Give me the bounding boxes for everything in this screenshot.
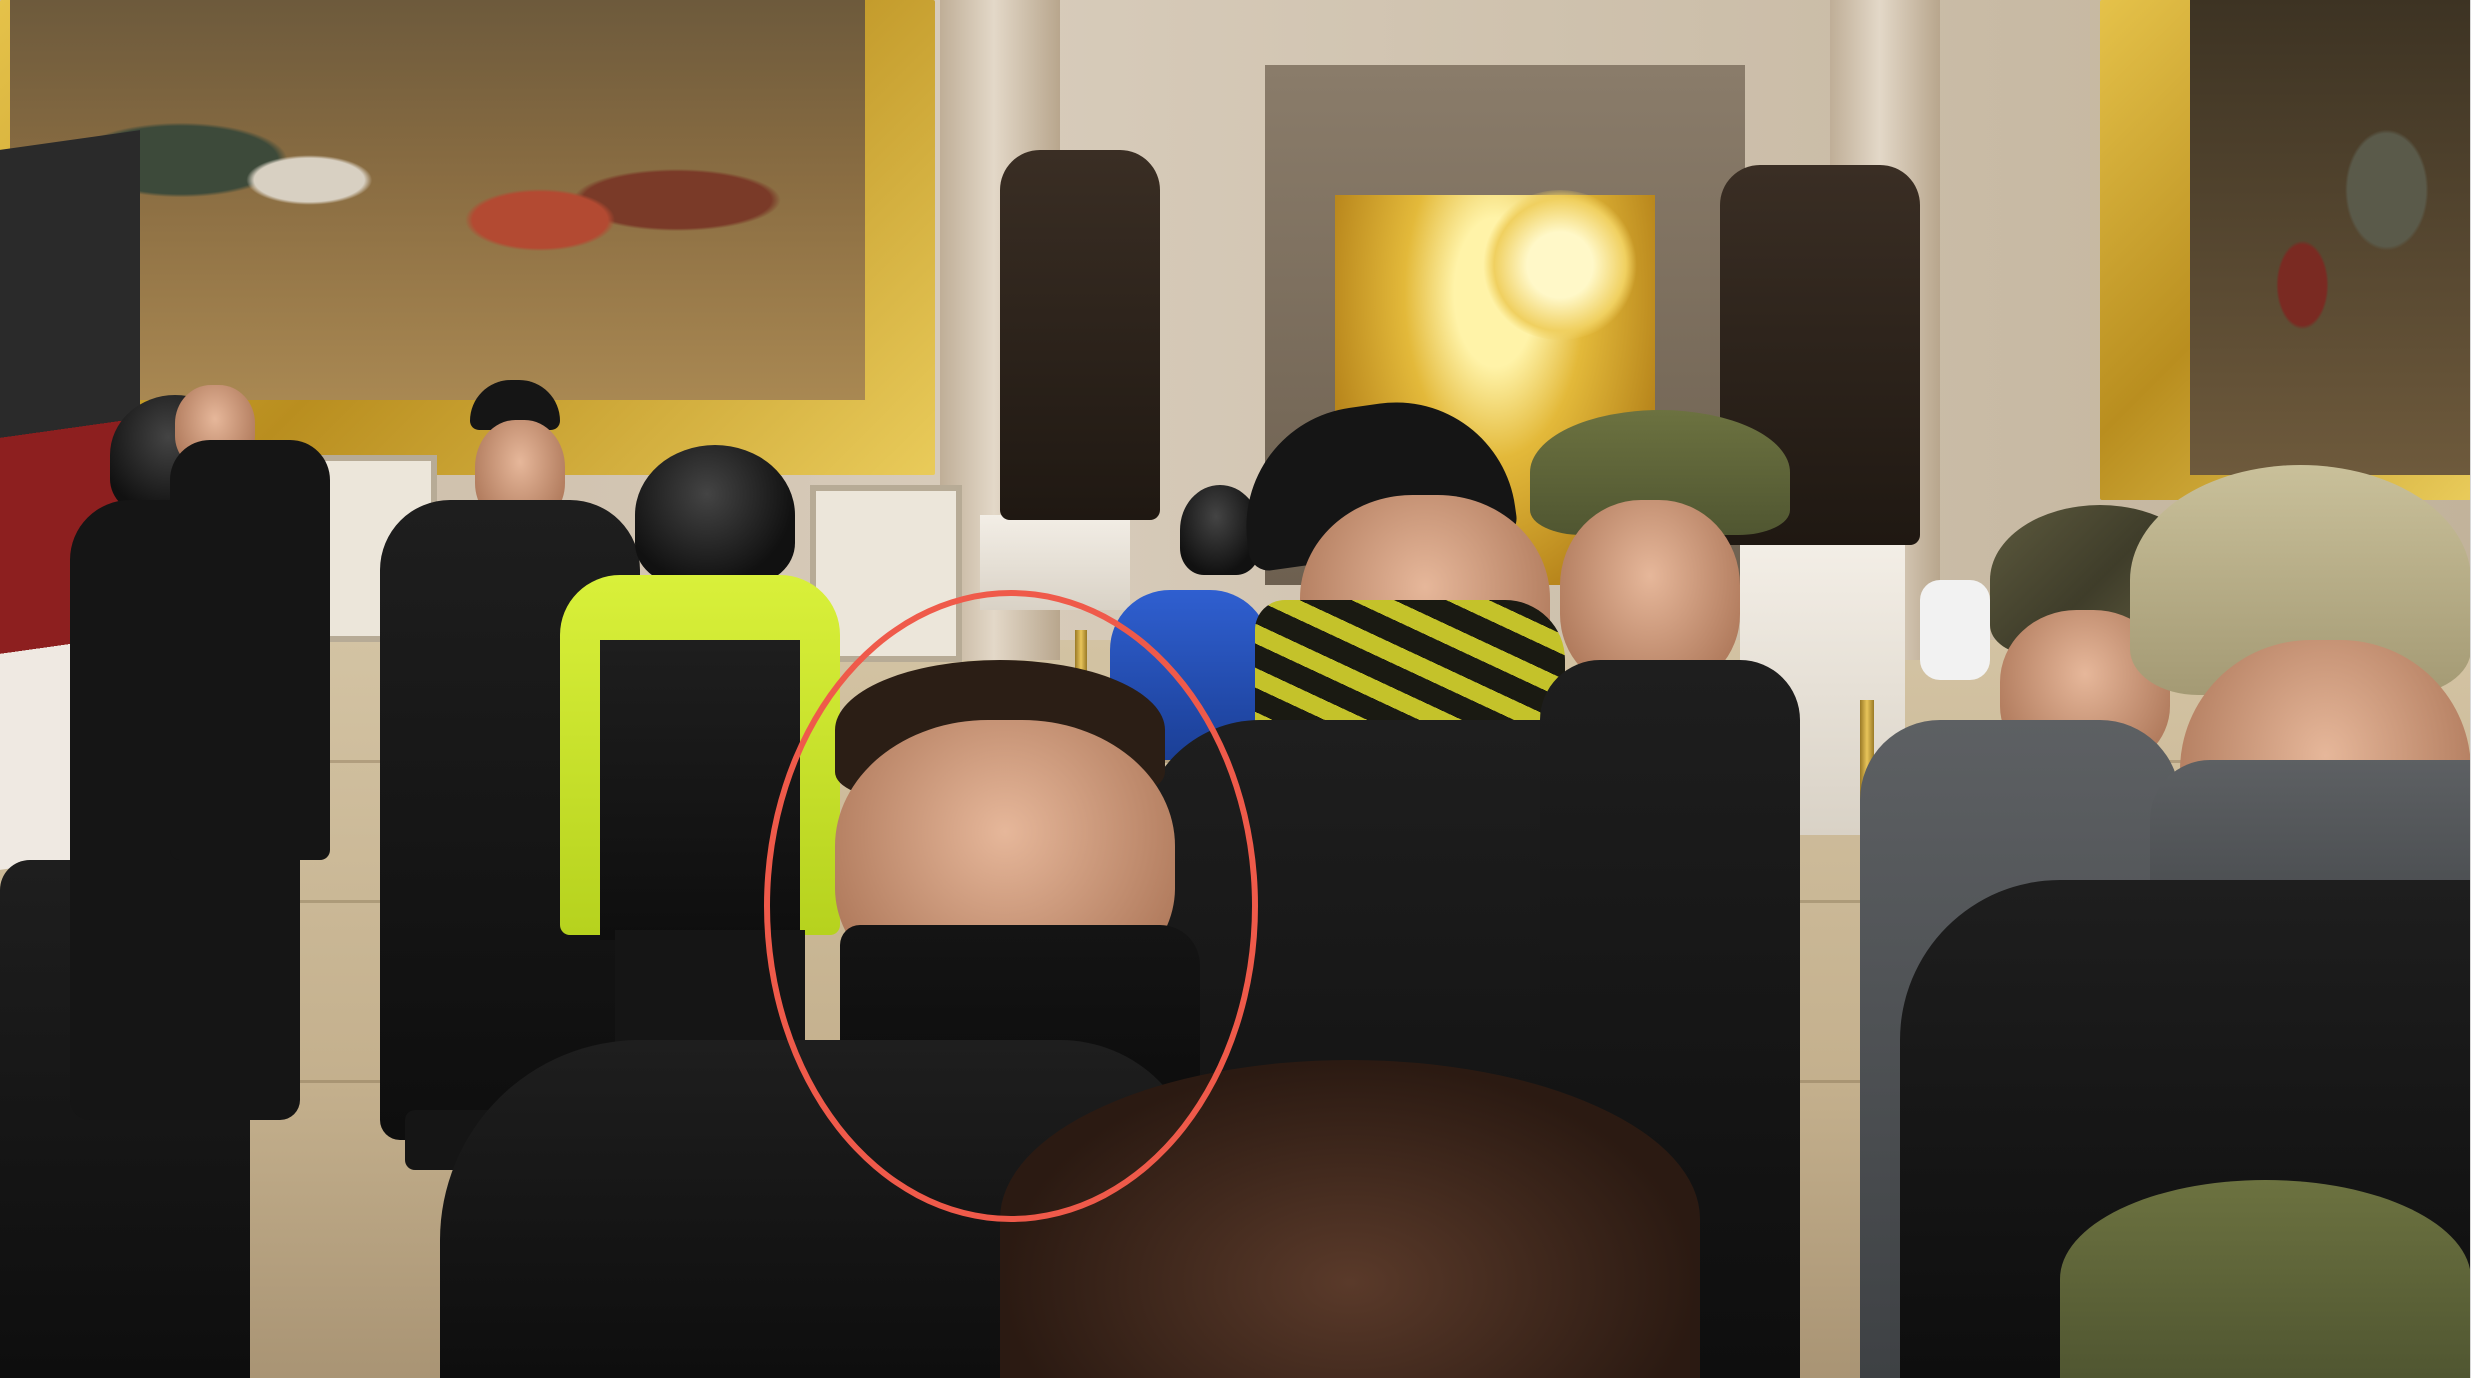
officer-background xyxy=(170,440,330,860)
photo-frame xyxy=(0,0,2471,1378)
highlight-ellipse xyxy=(764,590,1258,1222)
helmet xyxy=(635,445,795,585)
image-edge xyxy=(2470,0,2480,1378)
white-shirt-person xyxy=(1920,580,1990,680)
chandelier-icon xyxy=(1480,190,1640,340)
rotunda-painting-right xyxy=(2190,0,2471,475)
green-beanie xyxy=(2060,1180,2471,1378)
bronze-statue-icon xyxy=(1000,150,1160,520)
